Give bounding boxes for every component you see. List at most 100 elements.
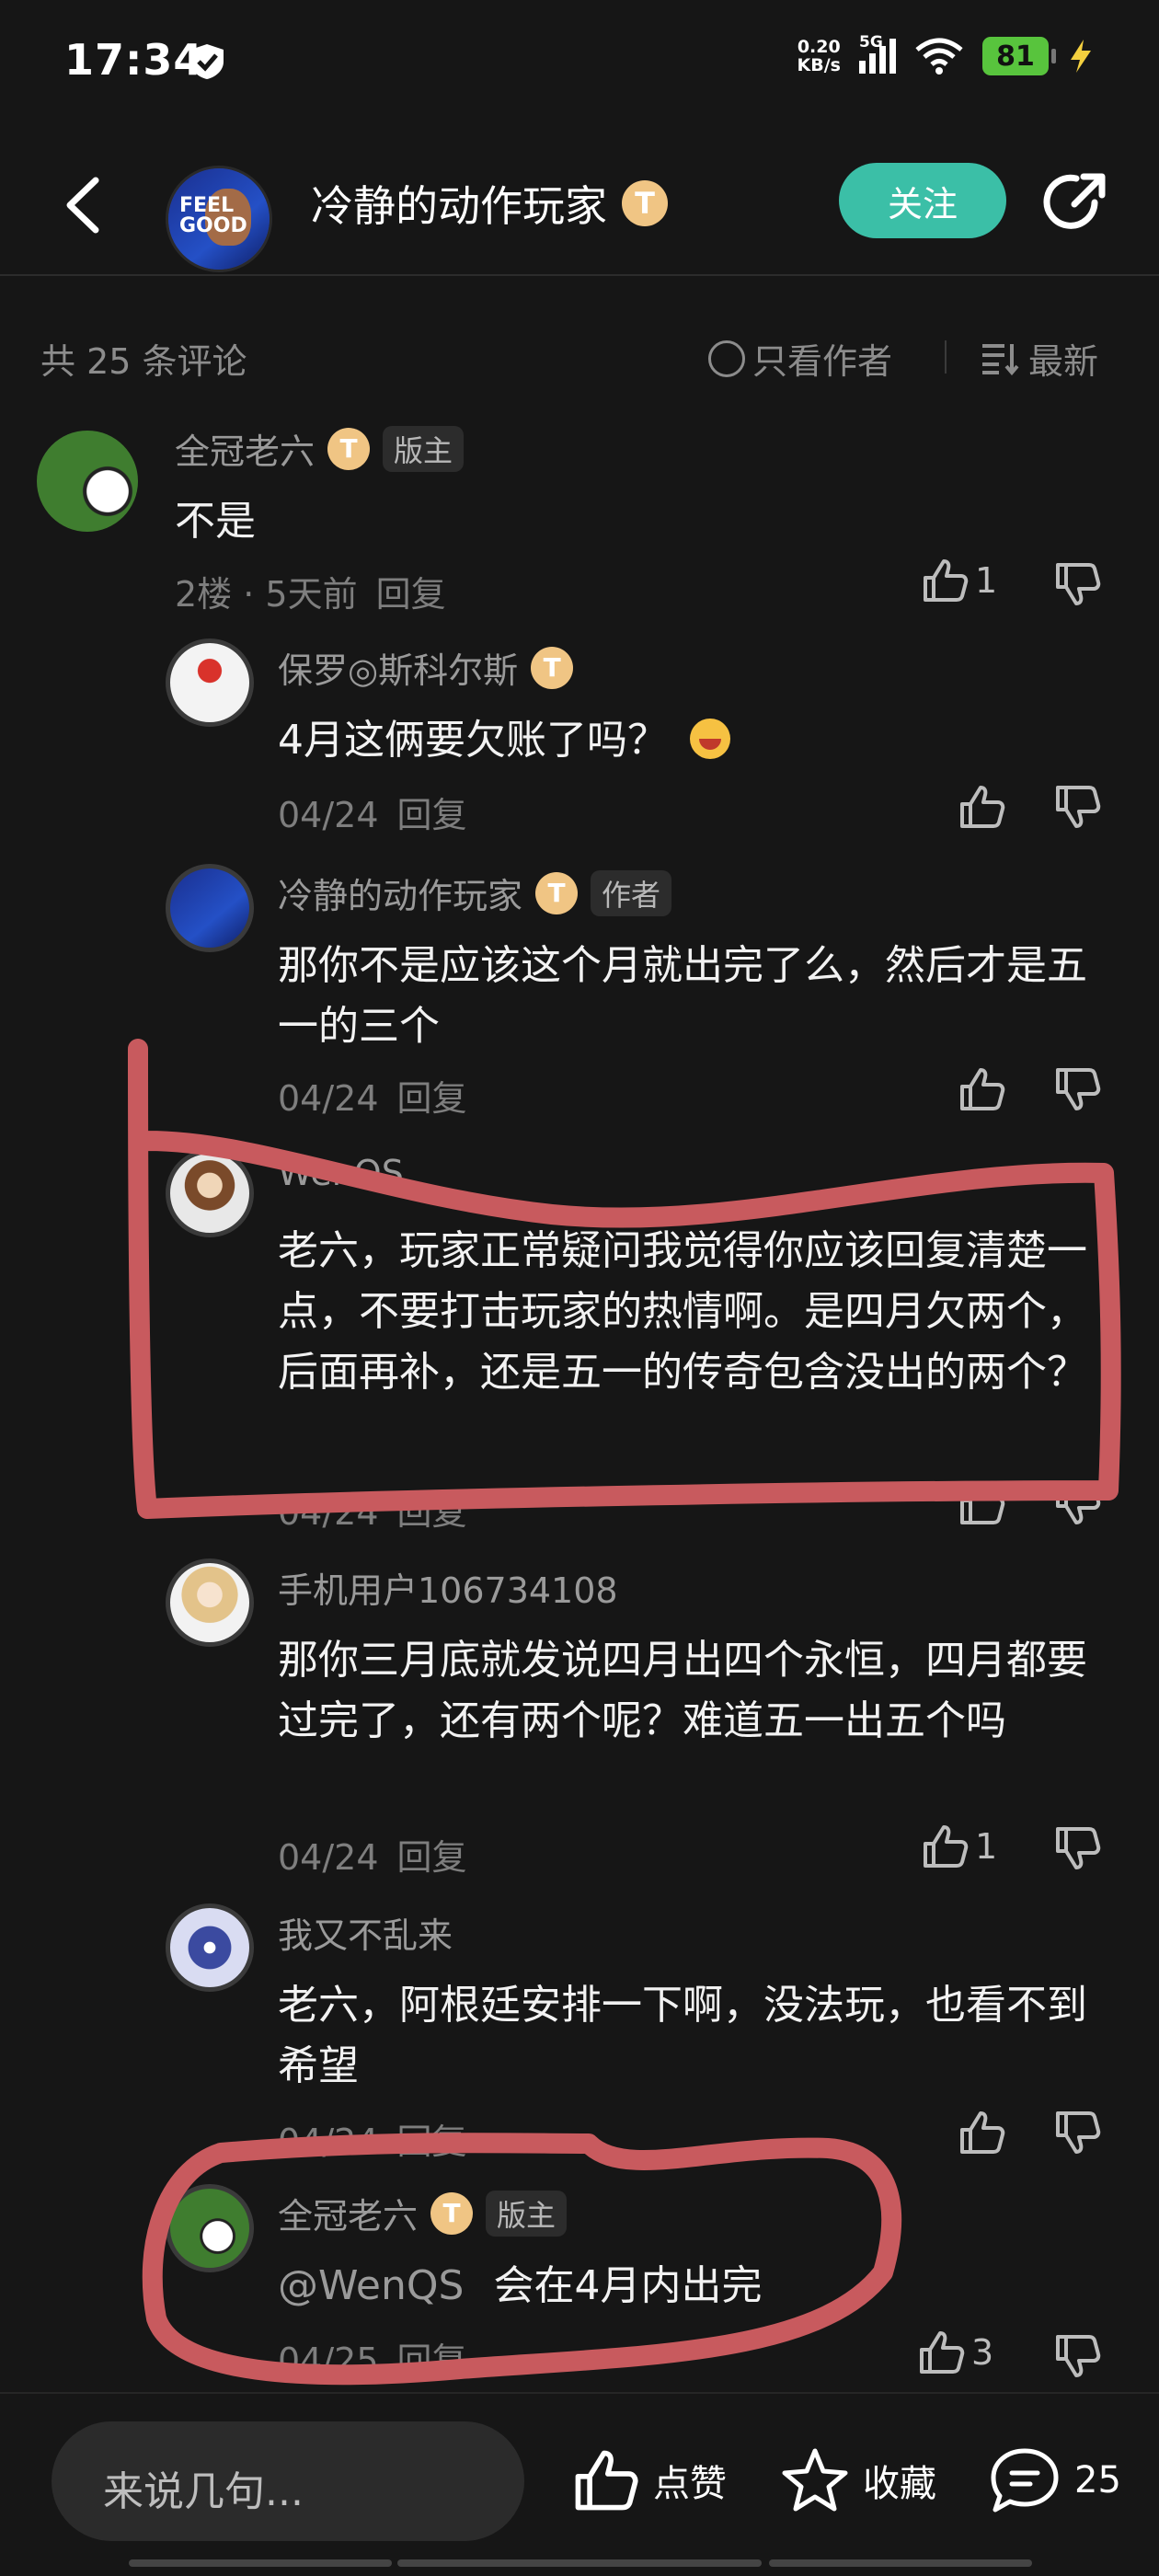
comment-text: @WenQS 会在4月内出完 <box>278 2262 763 2309</box>
star-icon <box>782 2448 848 2512</box>
reply-button[interactable]: 回复 <box>397 1492 467 1533</box>
reply-item: 冷静的动作玩家 T 作者 那你不是应该这个月就出完了么，然后才是五一的三个 04… <box>0 860 1159 1127</box>
reply-button[interactable]: 回复 <box>376 574 446 615</box>
like-button[interactable]: 1 <box>920 1822 997 1871</box>
emoji-grin-icon <box>690 719 730 759</box>
t-badge-icon: T <box>531 646 574 689</box>
wifi-icon <box>915 38 963 75</box>
comments-button[interactable]: 25 <box>988 2445 1121 2515</box>
commenter-name-row: 全冠老六 T 版主 <box>278 2188 568 2238</box>
nav-indicator <box>769 2559 1032 2567</box>
thumbs-down-icon[interactable] <box>1052 1478 1102 1528</box>
status-indicators: 0.20 KB/s 5G 81 <box>797 33 1095 75</box>
nav-indicator <box>129 2559 392 2567</box>
commenter-name-row: WenQS <box>278 1153 404 1193</box>
reply-button[interactable]: 回复 <box>397 795 467 835</box>
comment-text: 4月这俩要欠账了吗？ <box>278 710 1087 771</box>
radio-icon <box>708 339 745 377</box>
author-only-toggle[interactable]: 只看作者 <box>708 333 892 384</box>
signal-icon: 5G <box>859 33 896 74</box>
thumbs-up-icon[interactable] <box>957 1478 1006 1528</box>
status-time: 17:34 <box>64 35 204 85</box>
thumbs-down-icon[interactable] <box>1052 2108 1102 2157</box>
commenter-name-row: 冷静的动作玩家 T 作者 <box>278 868 672 918</box>
commenter-avatar[interactable] <box>166 1149 254 1237</box>
charging-icon <box>1071 40 1091 73</box>
role-badge: 版主 <box>383 425 465 472</box>
reply-item: 全冠老六 T 版主 @WenQS 会在4月内出完 04/25 回复 3 <box>0 2180 1159 2383</box>
thumbs-down-icon[interactable] <box>1052 782 1102 832</box>
commenter-avatar[interactable] <box>166 1903 254 1992</box>
author-avatar[interactable]: FEEL GOOD <box>166 166 272 272</box>
like-button[interactable]: 3 <box>916 2328 993 2377</box>
comment-input[interactable]: 来说几句... <box>52 2421 524 2541</box>
sort-toggle[interactable]: 最新 <box>981 333 1098 384</box>
thumbs-down-icon[interactable] <box>1052 559 1102 609</box>
like-button[interactable]: 1 <box>920 556 997 605</box>
comment-filter-row: 共 25 条评论 只看作者 最新 <box>0 313 1159 382</box>
comment-text: 老六，玩家正常疑问我觉得你应该回复清楚一点，不要打击玩家的热情啊。是四月欠两个，… <box>278 1227 1087 1396</box>
shield-icon <box>190 44 224 79</box>
comment-text: 那你三月底就发说四月出四个永恒，四月都要过完了，还有两个呢？难道五一出五个吗 <box>278 1637 1087 1744</box>
thumbs-down-icon[interactable] <box>1052 2331 1102 2381</box>
commenter-name-row: 我又不乱来 <box>278 1915 453 1956</box>
commenter-avatar[interactable] <box>166 864 254 952</box>
commenter-name-row: 全冠老六 T 版主 <box>175 423 465 474</box>
bottom-action-bar: 来说几句... 点赞 收藏 25 <box>0 2392 1159 2576</box>
thumbs-up-icon <box>924 1825 969 1868</box>
thumbs-up-icon <box>924 559 969 602</box>
sort-icon <box>982 343 1019 375</box>
comment-meta: 04/25 回复 <box>278 2340 467 2381</box>
role-badge: 版主 <box>486 2190 568 2237</box>
reply-button[interactable]: 回复 <box>397 1837 467 1878</box>
comment-item: 全冠老六 T 版主 不是 2楼 · 5天前 回复 1 <box>0 414 1159 626</box>
commenter-avatar[interactable] <box>37 431 138 532</box>
comment-meta: 04/24 回复 <box>278 795 467 835</box>
author-name-row[interactable]: 冷静的动作玩家 T <box>311 173 668 234</box>
reply-button[interactable]: 回复 <box>397 2122 467 2162</box>
comment-meta: 04/24 回复 <box>278 1492 467 1533</box>
thumbs-up-icon[interactable] <box>957 1064 1006 1114</box>
t-badge-icon: T <box>430 2191 474 2235</box>
comment-text: 老六，阿根廷安排一下啊，没法玩，也看不到希望 <box>278 1982 1087 2089</box>
thumbs-down-icon[interactable] <box>1052 1064 1102 1114</box>
post-header: FEEL GOOD 冷静的动作玩家 T 关注 <box>0 138 1159 276</box>
commenter-avatar[interactable] <box>166 2184 254 2272</box>
mention-link[interactable]: @WenQS <box>278 2262 464 2309</box>
commenter-avatar[interactable] <box>166 638 254 727</box>
comment-text: 不是 <box>175 498 256 545</box>
comment-meta: 04/24 回复 <box>278 2122 467 2162</box>
thumbs-up-icon[interactable] <box>957 2108 1006 2157</box>
reply-item: 手机用户106734108 那你三月底就发说四月出四个永恒，四月都要过完了，还有… <box>0 1555 1159 1886</box>
commenter-avatar[interactable] <box>166 1558 254 1647</box>
reply-button[interactable]: 回复 <box>397 2340 467 2381</box>
thumbs-down-icon[interactable] <box>1052 1823 1102 1873</box>
thumbs-up-icon <box>920 2331 965 2374</box>
comment-meta: 04/24 回复 <box>278 1837 467 1878</box>
commenter-name-row: 手机用户106734108 <box>278 1570 618 1611</box>
t-badge-icon: T <box>327 427 371 470</box>
comment-meta: 04/24 回复 <box>278 1078 467 1119</box>
favorite-button[interactable]: 收藏 <box>780 2445 936 2515</box>
comment-count: 共 25 条评论 <box>40 341 247 382</box>
role-badge: 作者 <box>591 869 672 916</box>
follow-button[interactable]: 关注 <box>839 163 1006 238</box>
share-icon[interactable] <box>1039 166 1113 239</box>
divider <box>945 340 947 374</box>
thumbs-up-icon <box>575 2450 638 2511</box>
t-badge-icon: T <box>535 871 579 914</box>
like-post-button[interactable]: 点赞 <box>570 2445 727 2515</box>
t-badge-icon: T <box>622 180 668 226</box>
nav-indicator <box>397 2559 762 2567</box>
comment-bubble-icon <box>991 2448 1059 2513</box>
commenter-name-row: 保罗◎斯科尔斯 T <box>278 642 574 693</box>
status-bar: 17:34 0.20 KB/s 5G 81 <box>0 0 1159 129</box>
author-name: 冷静的动作玩家 <box>311 181 607 231</box>
back-button[interactable] <box>55 173 110 237</box>
comment-meta: 2楼 · 5天前 回复 <box>175 574 446 615</box>
thumbs-up-icon[interactable] <box>957 782 1006 832</box>
net-speed: 0.20 KB/s <box>797 37 841 75</box>
reply-button[interactable]: 回复 <box>397 1078 467 1119</box>
reply-item: 我又不乱来 老六，阿根廷安排一下啊，没法玩，也看不到希望 04/24 回复 <box>0 1900 1159 2167</box>
reply-item: 保罗◎斯科尔斯 T 4月这俩要欠账了吗？ 04/24 回复 <box>0 635 1159 846</box>
